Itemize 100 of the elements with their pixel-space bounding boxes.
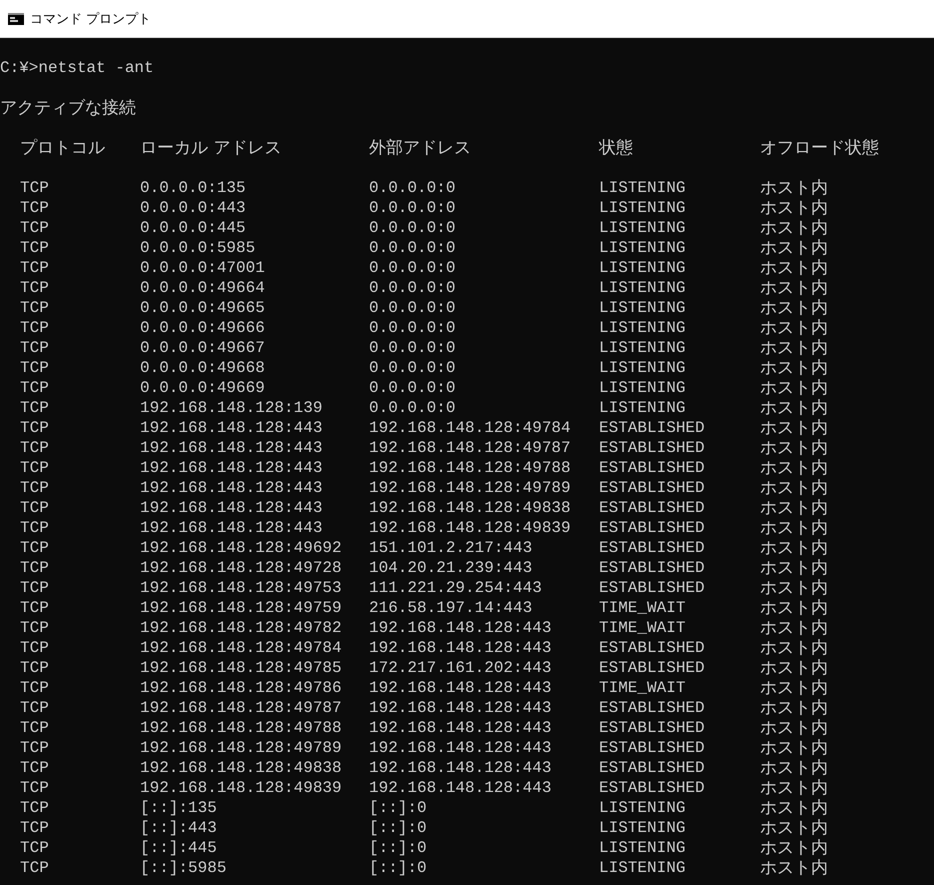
- table-cell: ホスト内: [760, 438, 828, 458]
- table-cell: 0.0.0.0:135: [140, 178, 246, 198]
- table-cell: ESTABLISHED: [599, 698, 705, 718]
- table-cell: ESTABLISHED: [599, 558, 705, 578]
- table-cell: [::]:0: [369, 838, 427, 858]
- table-cell: TCP: [20, 278, 49, 298]
- table-cell: ESTABLISHED: [599, 718, 705, 738]
- table-cell: 0.0.0.0:0: [369, 238, 456, 258]
- table-cell: 192.168.148.128:443: [369, 758, 552, 778]
- table-cell: 0.0.0.0:0: [369, 258, 456, 278]
- table-cell: TCP: [20, 638, 49, 658]
- table-cell: [::]:0: [369, 858, 427, 878]
- table-cell: ESTABLISHED: [599, 638, 705, 658]
- table-cell: TCP: [20, 458, 49, 478]
- table-cell: ホスト内: [760, 278, 828, 298]
- table-cell: ホスト内: [760, 238, 828, 258]
- table-cell: ホスト内: [760, 758, 828, 778]
- table-cell: ホスト内: [760, 658, 828, 678]
- table-cell: ホスト内: [760, 298, 828, 318]
- table-cell: TCP: [20, 858, 49, 878]
- table-cell: [::]:0: [369, 798, 427, 818]
- table-cell: ホスト内: [760, 498, 828, 518]
- table-cell: ホスト内: [760, 398, 828, 418]
- table-cell: 192.168.148.128:49787: [140, 698, 342, 718]
- table-cell: ホスト内: [760, 258, 828, 278]
- table-cell: TCP: [20, 598, 49, 618]
- table-cell: 192.168.148.128:443: [369, 678, 552, 698]
- table-cell: 192.168.148.128:443: [369, 738, 552, 758]
- table-cell: ホスト内: [760, 378, 828, 398]
- table-cell: 0.0.0.0:0: [369, 178, 456, 198]
- table-cell: 192.168.148.128:49839: [140, 778, 342, 798]
- table-cell: 0.0.0.0:49666: [140, 318, 265, 338]
- table-cell: ホスト内: [760, 178, 828, 198]
- table-cell: ホスト内: [760, 778, 828, 798]
- table-cell: ホスト内: [760, 718, 828, 738]
- table-cell: LISTENING: [599, 798, 686, 818]
- table-cell: ホスト内: [760, 218, 828, 238]
- table-cell: 192.168.148.128:49784: [140, 638, 342, 658]
- table-cell: 0.0.0.0:445: [140, 218, 246, 238]
- table-cell: LISTENING: [599, 258, 686, 278]
- table-cell: ESTABLISHED: [599, 518, 705, 538]
- table-cell: 192.168.148.128:49789: [369, 478, 571, 498]
- table-cell: 192.168.148.128:49786: [140, 678, 342, 698]
- table-cell: 192.168.148.128:49838: [140, 758, 342, 778]
- table-cell: 192.168.148.128:49788: [369, 458, 571, 478]
- table-cell: 111.221.29.254:443: [369, 578, 542, 598]
- table-cell: LISTENING: [599, 838, 686, 858]
- table-cell: LISTENING: [599, 298, 686, 318]
- table-cell: 0.0.0.0:0: [369, 278, 456, 298]
- table-cell: ESTABLISHED: [599, 758, 705, 778]
- table-cell: 216.58.197.14:443: [369, 598, 532, 618]
- table-cell: 192.168.148.128:49692: [140, 538, 342, 558]
- table-cell: TCP: [20, 178, 49, 198]
- table-cell: ESTABLISHED: [599, 778, 705, 798]
- column-header: 外部アドレス: [369, 138, 471, 158]
- table-cell: TCP: [20, 498, 49, 518]
- table-cell: 192.168.148.128:49785: [140, 658, 342, 678]
- command-line: C:¥>netstat -ant: [0, 58, 154, 78]
- table-cell: TCP: [20, 818, 49, 838]
- table-cell: 192.168.148.128:49728: [140, 558, 342, 578]
- table-cell: ESTABLISHED: [599, 578, 705, 598]
- table-cell: ESTABLISHED: [599, 458, 705, 478]
- table-cell: 104.20.21.239:443: [369, 558, 532, 578]
- table-cell: TIME_WAIT: [599, 678, 686, 698]
- table-cell: ホスト内: [760, 538, 828, 558]
- table-cell: LISTENING: [599, 858, 686, 878]
- table-cell: [::]:445: [140, 838, 217, 858]
- table-cell: 192.168.148.128:443: [369, 638, 552, 658]
- table-cell: 192.168.148.128:443: [140, 498, 322, 518]
- table-cell: ESTABLISHED: [599, 658, 705, 678]
- table-cell: TCP: [20, 558, 49, 578]
- table-cell: TCP: [20, 678, 49, 698]
- table-cell: ホスト内: [760, 558, 828, 578]
- table-cell: 0.0.0.0:0: [369, 218, 456, 238]
- table-cell: LISTENING: [599, 338, 686, 358]
- table-cell: [::]:135: [140, 798, 217, 818]
- table-cell: TCP: [20, 478, 49, 498]
- table-cell: ESTABLISHED: [599, 498, 705, 518]
- table-cell: 192.168.148.128:443: [140, 478, 322, 498]
- column-header: 状態: [599, 138, 633, 158]
- table-cell: LISTENING: [599, 178, 686, 198]
- table-cell: 192.168.148.128:443: [369, 778, 552, 798]
- table-cell: 0.0.0.0:0: [369, 398, 456, 418]
- table-cell: 192.168.148.128:443: [140, 418, 322, 438]
- table-cell: TCP: [20, 698, 49, 718]
- table-cell: ホスト内: [760, 418, 828, 438]
- table-cell: 192.168.148.128:49782: [140, 618, 342, 638]
- table-cell: ESTABLISHED: [599, 478, 705, 498]
- table-cell: ホスト内: [760, 858, 828, 878]
- table-cell: 192.168.148.128:49759: [140, 598, 342, 618]
- table-cell: 0.0.0.0:49669: [140, 378, 265, 398]
- table-cell: 192.168.148.128:443: [140, 438, 322, 458]
- table-cell: LISTENING: [599, 398, 686, 418]
- table-cell: [::]:443: [140, 818, 217, 838]
- table-cell: ホスト内: [760, 578, 828, 598]
- table-cell: TCP: [20, 398, 49, 418]
- table-cell: 192.168.148.128:49788: [140, 718, 342, 738]
- table-cell: 192.168.148.128:443: [140, 458, 322, 478]
- table-cell: 0.0.0.0:49667: [140, 338, 265, 358]
- column-header: ローカル アドレス: [140, 138, 282, 158]
